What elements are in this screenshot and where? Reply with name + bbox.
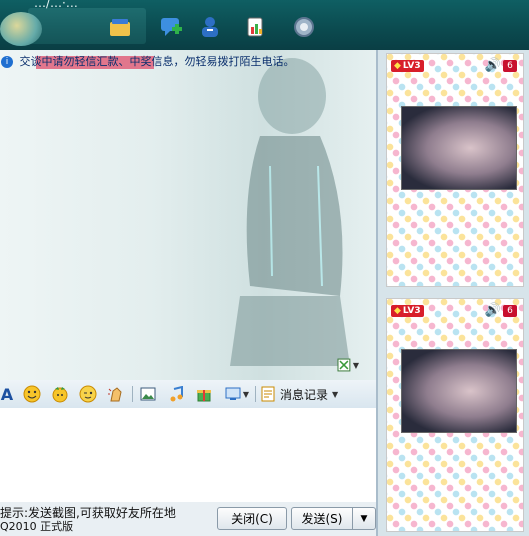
settings-icon[interactable]: [290, 13, 318, 41]
gift-icon[interactable]: [194, 385, 214, 403]
info-icon: i: [1, 56, 13, 68]
profile-photo: [401, 349, 517, 433]
profile-panel: ◆ LV3 🔊 6 ◆ LV3 🔊 6: [376, 50, 529, 536]
message-input[interactable]: [0, 408, 376, 502]
window-title: …/…·…: [34, 0, 78, 10]
chat-history-area[interactable]: i 交谈中请勿轻信汇款、中奖信息，勿轻易拨打陌生电话。 ▼: [0, 50, 376, 380]
font-button[interactable]: A: [0, 385, 14, 404]
image-icon[interactable]: [138, 385, 158, 403]
speaker-icon[interactable]: 🔊: [485, 303, 501, 318]
apps-icon[interactable]: [243, 13, 271, 41]
profile-photo: [401, 106, 517, 190]
title-bar: …/…·…: [0, 0, 529, 50]
notice-text: 交谈中请勿轻信汇款、中奖信息，勿轻易拨打陌生电话。: [19, 55, 295, 68]
format-toolbar: A ▼ 消息记录 ▼: [0, 380, 376, 409]
speaker-icon[interactable]: 🔊: [485, 58, 501, 73]
music-icon[interactable]: [166, 385, 186, 403]
background-figure: [230, 58, 350, 366]
version-text: Q2010 正式版: [0, 520, 74, 533]
message-history-button[interactable]: 消息记录 ▼: [260, 385, 338, 403]
chevron-down-icon: ▼: [332, 389, 339, 399]
magic-emoji-icon[interactable]: [50, 385, 70, 403]
bottom-bar: 提示:发送截图,可获取好友所在地 Q2010 正式版 关闭(C) 发送(S) ▼: [0, 502, 382, 536]
level-badge: ◆ LV3: [391, 60, 424, 72]
chevron-down-icon: ▼: [360, 513, 368, 524]
close-button[interactable]: 关闭(C): [217, 507, 287, 530]
count-badge: 6: [503, 60, 517, 72]
emoji-icon[interactable]: [22, 385, 42, 403]
chevron-down-icon: ▼: [352, 360, 359, 370]
user-info-icon[interactable]: [196, 13, 224, 41]
send-options-button[interactable]: ▼: [352, 507, 376, 530]
wink-icon[interactable]: [78, 385, 98, 403]
send-button[interactable]: 发送(S): [291, 507, 353, 530]
screenshot-button[interactable]: ▼: [222, 385, 252, 403]
expand-view-button[interactable]: ▼: [337, 357, 359, 373]
history-label: 消息记录: [280, 387, 329, 402]
shake-icon[interactable]: [106, 385, 126, 403]
level-badge: ◆ LV3: [391, 305, 424, 317]
history-icon: [261, 386, 275, 402]
chevron-down-icon: ▼: [242, 389, 250, 399]
avatar-icon: [0, 12, 42, 46]
profile-card[interactable]: ◆ LV3 🔊 6: [386, 298, 524, 532]
profile-card[interactable]: ◆ LV3 🔊 6: [386, 53, 524, 287]
count-badge: 6: [503, 305, 517, 317]
chat-add-icon[interactable]: [157, 13, 185, 41]
security-notice: i 交谈中请勿轻信汇款、中奖信息，勿轻易拨打陌生电话。: [0, 53, 376, 69]
contact-icon[interactable]: [106, 13, 134, 41]
